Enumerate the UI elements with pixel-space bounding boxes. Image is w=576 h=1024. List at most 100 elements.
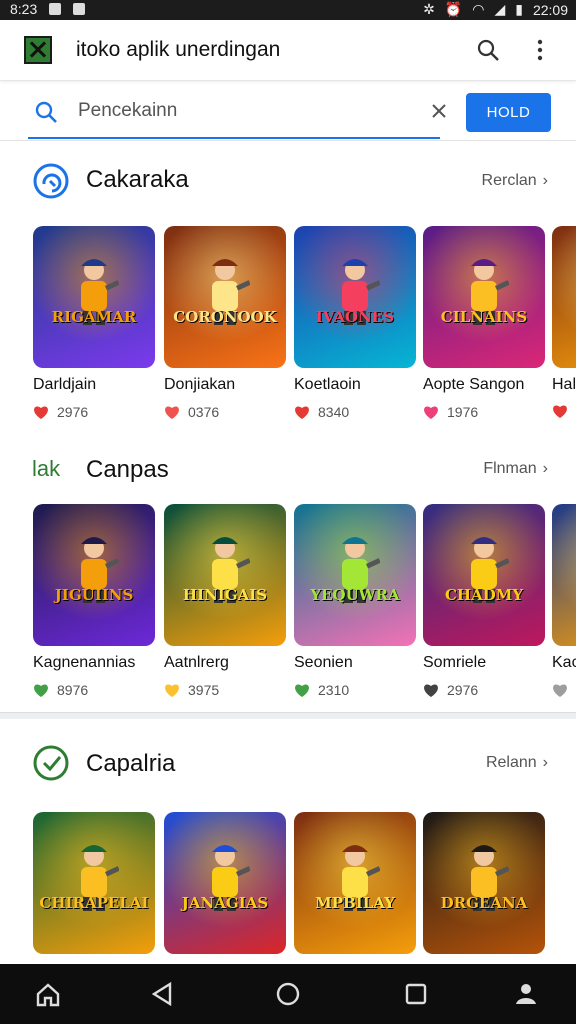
profile-icon[interactable]: [512, 980, 540, 1008]
section-more-link[interactable]: Relann ›: [486, 754, 548, 772]
navigation-bar: [0, 964, 576, 1024]
app-name: Kac: [552, 654, 576, 671]
thumbnail-glow: [552, 504, 576, 646]
app-rating: 2976: [33, 404, 88, 420]
app-thumbnail[interactable]: JANAGIAS: [164, 812, 286, 954]
app-name: Seonien: [294, 654, 353, 671]
thumbnail-title: CHADMY: [444, 586, 524, 604]
thumbnail-glow: [552, 226, 576, 368]
home-icon[interactable]: [34, 980, 62, 1008]
check-circle-icon: [33, 745, 69, 781]
app-name: Aopte Sangon: [423, 376, 525, 393]
thumbnail-title: RIGAMAR: [51, 308, 137, 326]
heart-icon: [295, 405, 309, 419]
app-thumbnail[interactable]: CHIRAPELAI: [33, 812, 155, 954]
app-rating: D3: [552, 682, 576, 698]
notification-icon: [49, 3, 62, 15]
thumbnail-title: CILNAINS: [440, 308, 528, 326]
app-thumbnail[interactable]: MPBILAY: [294, 812, 416, 954]
refresh-circle-icon: [33, 163, 69, 199]
section-more-label: Rerclan: [481, 172, 537, 189]
rating-value: 8976: [57, 682, 89, 698]
app-rating: 2310: [294, 682, 349, 698]
app-rating: 8340: [294, 404, 349, 420]
app-name: Aatnlrerg: [164, 654, 229, 671]
thumbnail-title: IVAONES: [315, 308, 395, 326]
clear-icon[interactable]: [430, 102, 448, 120]
app-name: Somriele: [423, 654, 487, 671]
heart-icon: [165, 683, 179, 697]
heart-icon: [424, 683, 438, 697]
rating-value: 2976: [57, 404, 89, 420]
back-icon[interactable]: [148, 980, 176, 1008]
app-title: itoko aplik unerdingan: [76, 38, 281, 61]
app-thumbnail[interactable]: CILNAINS: [423, 226, 545, 368]
app-thumbnail[interactable]: HINIGAIS: [164, 504, 286, 646]
app-bar: itoko aplik unerdingan: [0, 20, 576, 81]
app-thumbnail[interactable]: CORONOOK: [164, 226, 286, 368]
app-rating: [552, 404, 576, 419]
app-rating: 8976: [33, 682, 88, 698]
thumbnail-title: CHIRAPELAI: [39, 894, 149, 912]
thumbnail-title: JANAGIAS: [181, 894, 269, 912]
search-input[interactable]: [76, 96, 420, 126]
recents-icon[interactable]: [402, 980, 430, 1008]
app-name: Kagnenannias: [33, 654, 136, 671]
search-bar: HOLD: [0, 82, 576, 141]
alarm-icon: ⏰: [444, 1, 463, 17]
search-icon[interactable]: [476, 38, 500, 62]
search-underline: [28, 137, 440, 139]
rating-value: 2976: [447, 682, 479, 698]
app-thumbnail[interactable]: DRGEANA: [423, 812, 545, 954]
thumbnail-title: CORONOOK: [173, 308, 277, 326]
section-title: Canpas: [86, 456, 169, 483]
app-thumbnail[interactable]: RIGAMAR: [33, 226, 155, 368]
section-divider: [0, 712, 576, 719]
app-name: Hal: [552, 376, 576, 393]
signal-icon: ◢: [494, 1, 506, 17]
status-bar: 8:23 ✲ ⏰ ◠ ◢ ▮ 22:09: [0, 0, 576, 20]
app-thumbnail[interactable]: CHADMY: [423, 504, 545, 646]
heart-icon: [34, 405, 48, 419]
heart-icon: [553, 405, 567, 418]
heart-icon: [424, 405, 438, 419]
heart-icon: [34, 683, 48, 697]
thumbnail-title: HINIGAIS: [182, 586, 268, 604]
thumbnail-title: DRGEANA: [440, 894, 528, 912]
home-circle-icon[interactable]: [274, 980, 302, 1008]
app-thumbnail[interactable]: YEQUWRA: [294, 504, 416, 646]
chevron-right-icon: ›: [542, 460, 548, 477]
rating-value: 2310: [318, 682, 350, 698]
nfc-icon: ✲: [423, 1, 435, 17]
wifi-icon: ◠: [472, 1, 485, 17]
app-thumbnail[interactable]: JIGUIINS: [33, 504, 155, 646]
section-more-label: Relann: [485, 754, 537, 771]
section-logo-icon: lak: [32, 456, 61, 481]
app-thumbnail[interactable]: IVAONES: [294, 226, 416, 368]
rating-value: 8340: [318, 404, 350, 420]
status-time-right: 22:09: [532, 1, 568, 18]
heart-icon: [165, 405, 179, 419]
app-rating: 3975: [164, 682, 219, 698]
section-more-link[interactable]: Flnman ›: [483, 460, 548, 478]
app-rating: 1976: [423, 404, 478, 420]
section-more-label: Flnman: [483, 460, 537, 477]
more-vertical-icon[interactable]: [532, 38, 548, 62]
app-logo: [24, 36, 52, 64]
section-title: Capalria: [86, 750, 176, 777]
hold-button[interactable]: HOLD: [466, 93, 551, 132]
thumbnail-title: MPBILAY: [315, 894, 395, 912]
status-time-left: 8:23: [10, 1, 38, 17]
app-name: Darldjain: [33, 376, 97, 393]
section-more-link[interactable]: Rerclan ›: [482, 172, 548, 190]
search-field-icon: [35, 101, 57, 123]
battery-icon: ▮: [515, 1, 523, 17]
app-rating: 0376: [164, 404, 219, 420]
rating-value: 0376: [188, 404, 220, 420]
app-thumbnail[interactable]: [552, 226, 576, 368]
app-notification-icon: [73, 3, 86, 15]
chevron-right-icon: ›: [542, 172, 548, 189]
app-thumbnail[interactable]: [552, 504, 576, 646]
chevron-right-icon: ›: [542, 754, 548, 771]
card-row: JIGUIINS Kagnenannias 8976 HINIGAIS Aatnlrer…: [0, 504, 576, 734]
